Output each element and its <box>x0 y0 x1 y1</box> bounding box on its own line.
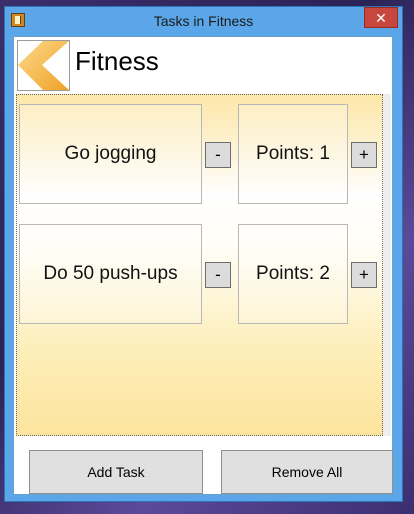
header: Fitness <box>14 37 392 91</box>
remove-all-button[interactable]: Remove All <box>221 450 393 494</box>
increase-points-button[interactable]: + <box>351 262 377 288</box>
page-title: Fitness <box>75 46 159 76</box>
close-button[interactable]: ✕ <box>364 7 398 28</box>
client-area: Fitness Go jogging - Points: 1 + Do 50 p… <box>13 36 393 495</box>
task-list: Go jogging - Points: 1 + Do 50 push-ups … <box>16 94 383 436</box>
title-bar[interactable]: Tasks in Fitness ✕ <box>5 7 402 37</box>
app-window: Tasks in Fitness ✕ Fitness Go jogging - … <box>4 6 403 502</box>
back-button[interactable] <box>17 40 70 91</box>
vertical-scrollbar[interactable] <box>383 94 391 436</box>
add-task-button[interactable]: Add Task <box>29 450 203 494</box>
increase-points-button[interactable]: + <box>351 142 377 168</box>
points-display: Points: 2 <box>238 224 348 324</box>
back-arrow-icon <box>18 41 69 90</box>
task-name: Do 50 push-ups <box>19 224 202 324</box>
task-name: Go jogging <box>19 104 202 204</box>
points-display: Points: 1 <box>238 104 348 204</box>
window-title: Tasks in Fitness <box>153 13 254 29</box>
decrease-points-button[interactable]: - <box>205 142 231 168</box>
decrease-points-button[interactable]: - <box>205 262 231 288</box>
